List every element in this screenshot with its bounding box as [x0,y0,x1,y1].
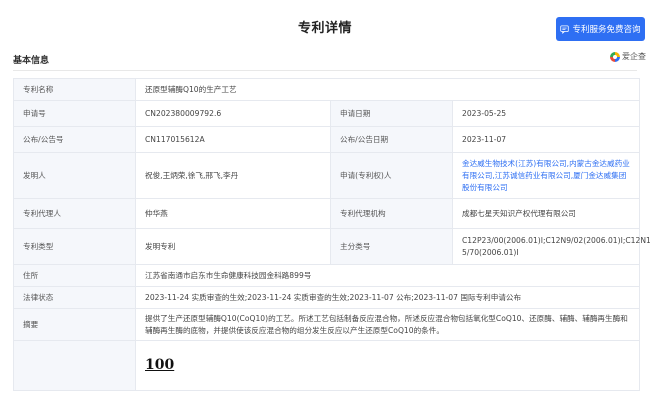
label-patent-name: 专利名称 [13,78,136,101]
section-title: 基本信息 [13,56,50,66]
applicant-link[interactable]: 厦门金达威集团 [573,171,626,180]
value-application-date: 2023-05-25 [452,100,640,127]
value-inventor: 祝俊,王炳荣,徐飞,邢飞,李丹 [135,152,331,199]
applicant-link[interactable]: 江苏诚信药业有限公司, [495,171,573,180]
table-row: 专利类型 发明专利 主分类号 C12P23/00(2006.01)I;C12N9… [13,228,650,265]
value-patent-type: 发明专利 [135,228,331,265]
table-row: 摘要 提供了生产还原型辅酶Q10(CoQ10)的工艺。所述工艺包括制备反应混合物… [13,308,640,341]
value-agency: 成都七星天知识产权代理有限公司 [452,198,640,229]
value-agent: 仲华燕 [135,198,331,229]
applicant-link[interactable]: 金达威生物技术(江苏)有限公司, [462,159,569,168]
label-inventor: 发明人 [13,152,136,199]
label-application-no: 申请号 [13,100,136,127]
table-row: 申请号 CN202380009792.6 申请日期 2023-05-25 [13,100,640,127]
free-consult-button[interactable]: 专利服务免费咨询 [556,17,645,41]
value-patent-name: 还原型辅酶Q10的生产工艺 [135,78,640,101]
brand-logo[interactable]: 爱企查 [610,51,646,62]
applicant-link[interactable]: 有限公司, [462,171,495,180]
value-legal-status: 2023-11-24 实质审查的生效;2023-11-24 实质审查的生效;20… [135,286,640,309]
applicant-link[interactable]: 股份有限公司 [462,183,508,192]
table-row: 法律状态 2023-11-24 实质审查的生效;2023-11-24 实质审查的… [13,286,640,309]
value-figure: 100 [135,340,640,391]
applicant-link[interactable]: 内蒙古金达威药业 [569,159,630,168]
value-publication-date: 2023-11-07 [452,126,640,153]
label-figure [13,340,136,391]
abstract-line: 提供了生产还原型辅酶Q10(CoQ10)的工艺。所述工艺包括制备反应混合物，所述… [145,313,628,323]
label-agent: 专利代理人 [13,198,136,229]
label-legal-status: 法律状态 [13,286,136,309]
section-divider [13,70,637,71]
label-abstract: 摘要 [13,308,136,341]
table-row: 发明人 祝俊,王炳荣,徐飞,邢飞,李丹 申请(专利权)人 金达威生物技术(江苏)… [13,152,640,199]
classification-line: 5/70(2006.01)I [462,247,519,257]
value-classification: C12P23/00(2006.01)I;C12N9/02(2006.01)I;C… [452,228,650,265]
label-agency: 专利代理机构 [330,198,453,229]
value-applicant: 金达威生物技术(江苏)有限公司,内蒙古金达威药业 有限公司,江苏诚信药业有限公司… [452,152,640,199]
table-row: 专利代理人 仲华燕 专利代理机构 成都七星天知识产权代理有限公司 [13,198,640,229]
value-application-no: CN202380009792.6 [135,100,331,127]
patent-info-table: 专利名称 还原型辅酶Q10的生产工艺 申请号 CN202380009792.6 … [13,78,650,391]
label-applicant: 申请(专利权)人 [330,152,453,199]
figure-reference-number: 100 [145,356,175,373]
table-row: 100 [13,340,640,391]
table-row: 住所 江苏省南通市启东市生命健康科技园金科路899号 [13,264,640,287]
abstract-line: 辅酶再生酶的底物，并提供使该反应混合物的组分发生反应以产生还原型CoQ10的条件… [145,325,444,335]
label-address: 住所 [13,264,136,287]
chat-icon [560,24,570,34]
table-row: 公布/公告号 CN117015612A 公布/公告日期 2023-11-07 [13,126,640,153]
brand-name: 爱企查 [622,52,646,61]
label-application-date: 申请日期 [330,100,453,127]
classification-line: C12P23/00(2006.01)I;C12N9/02(2006.01)I;C… [462,235,650,245]
label-patent-type: 专利类型 [13,228,136,265]
aiqicha-logo-icon [610,51,620,62]
value-address: 江苏省南通市启东市生命健康科技园金科路899号 [135,264,640,287]
value-abstract: 提供了生产还原型辅酶Q10(CoQ10)的工艺。所述工艺包括制备反应混合物，所述… [135,308,640,341]
label-publication-no: 公布/公告号 [13,126,136,153]
free-consult-label: 专利服务免费咨询 [572,25,641,35]
page-title: 专利详情 [297,21,352,36]
value-publication-no: CN117015612A [135,126,331,153]
label-publication-date: 公布/公告日期 [330,126,453,153]
table-row: 专利名称 还原型辅酶Q10的生产工艺 [13,78,640,101]
label-classification: 主分类号 [330,228,453,265]
